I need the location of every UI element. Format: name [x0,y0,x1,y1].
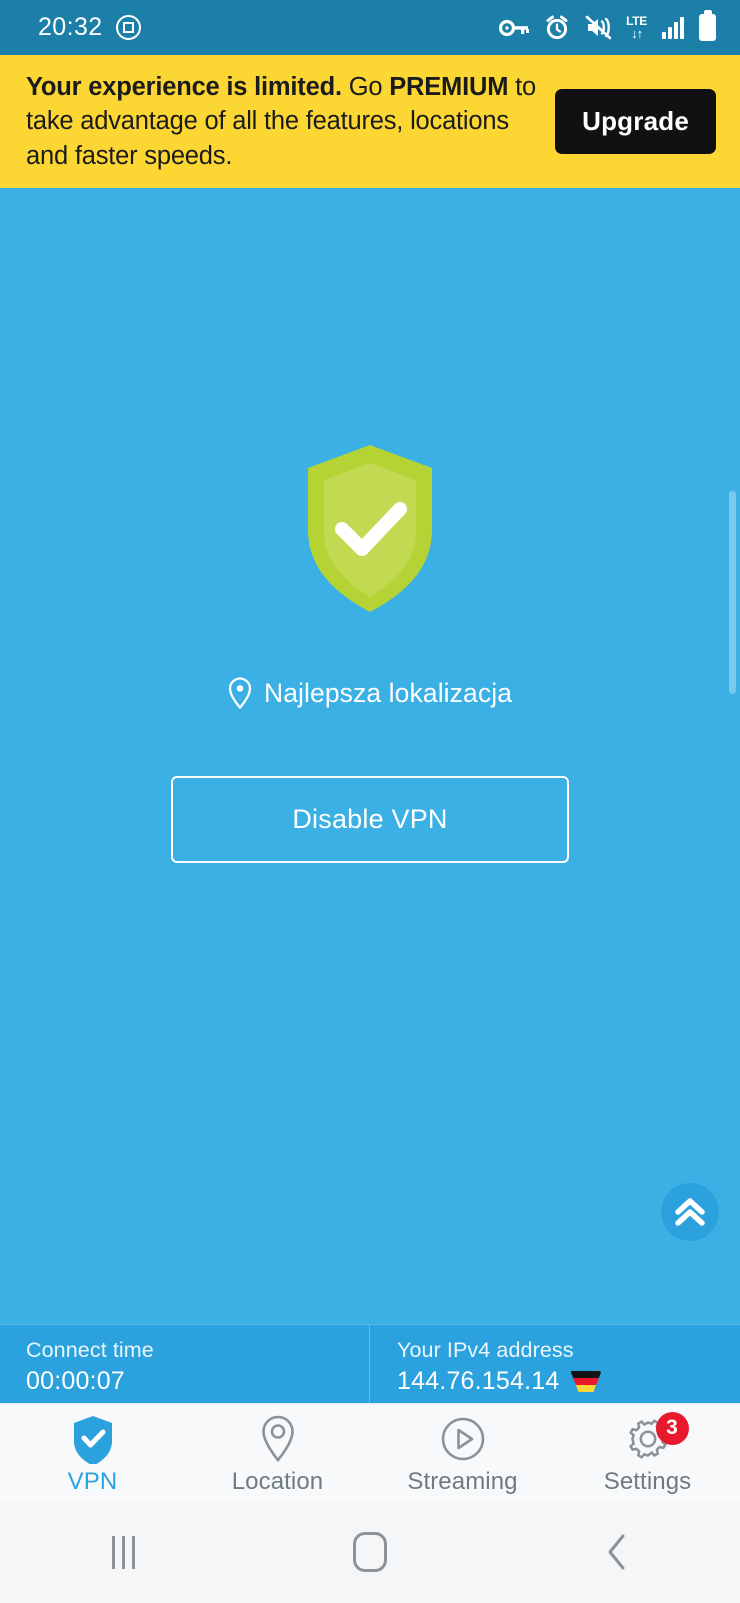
double-chevron-up-icon [675,1198,705,1226]
status-bar-clock: 20:32 [38,13,103,41]
screenshot-app-icon [115,15,141,40]
shield-check-icon [71,1415,115,1464]
map-pin-icon [228,677,252,709]
tab-streaming[interactable]: Streaming [370,1404,555,1501]
connect-time-label: Connect time [26,1338,154,1362]
selected-location[interactable]: Najlepsza lokalizacja [228,677,512,709]
banner-bold-1: Your experience is limited. [26,73,342,102]
gear-icon: 3 [624,1411,689,1462]
tab-streaming-label: Streaming [407,1467,518,1495]
connection-info-bar: Connect time 00:00:07 Your IPv4 address … [0,1324,740,1403]
selected-location-label: Najlepsza lokalizacja [263,677,513,708]
alarm-icon [546,15,568,39]
map-pin-icon [259,1415,297,1462]
signal-bars-icon [662,16,684,39]
germany-flag-icon [570,1371,602,1392]
premium-banner-text: Your experience is limited. Go PREMIUM t… [26,70,541,172]
upgrade-button[interactable]: Upgrade [555,89,716,154]
connection-status-shield [294,441,446,622]
back-icon [608,1534,625,1570]
home-icon [352,1532,387,1572]
tab-settings[interactable]: 3 Settings [555,1404,740,1501]
status-bar-right: LTE ↓↑ [499,14,716,41]
tab-vpn[interactable]: VPN [0,1404,185,1501]
disable-vpn-button[interactable]: Disable VPN [171,776,569,863]
status-bar-left: 20:32 [38,13,141,42]
connect-time-value: 00:00:07 [26,1367,125,1395]
lte-data-icon: LTE ↓↑ [626,15,647,40]
recent-apps-button[interactable] [63,1501,183,1603]
scrollbar[interactable] [729,491,736,694]
banner-plain-1: Go [341,73,390,102]
bottom-tab-bar: VPN Location Streaming 3 Settings [0,1403,740,1501]
expand-panel-button[interactable] [661,1183,719,1241]
tab-vpn-label: VPN [67,1467,118,1495]
banner-bold-2: PREMIUM [389,73,509,102]
data-arrows-icon: ↓↑ [631,26,643,41]
status-bar: 20:32 LTE ↓↑ [0,0,740,55]
play-circle-icon [440,1416,486,1462]
connect-time-cell: Connect time 00:00:07 [0,1325,369,1403]
shield-check-icon [308,445,432,612]
android-navigation-bar [0,1501,740,1603]
ip-address-cell: Your IPv4 address 144.76.154.14 [369,1325,740,1403]
ip-address-value-row: 144.76.154.14 [397,1367,740,1396]
tab-location[interactable]: Location [185,1404,370,1501]
home-button[interactable] [310,1501,430,1603]
mute-vibrate-icon [585,15,612,40]
battery-icon [699,14,716,41]
recent-apps-icon [111,1535,135,1569]
tab-location-label: Location [231,1467,324,1495]
phone-screen: 20:32 LTE ↓↑ Your experience is limited.… [0,0,740,1603]
ip-address-label: Your IPv4 address [397,1338,574,1362]
vpn-main-panel: Najlepsza lokalizacja Disable VPN [0,188,740,1324]
status-badge: 3 [655,1411,689,1445]
ip-address-value: 144.76.154.14 [397,1367,560,1395]
vpn-key-icon [499,19,530,36]
tab-settings-label: Settings [603,1467,692,1495]
premium-banner: Your experience is limited. Go PREMIUM t… [0,55,740,188]
back-button[interactable] [557,1501,677,1603]
